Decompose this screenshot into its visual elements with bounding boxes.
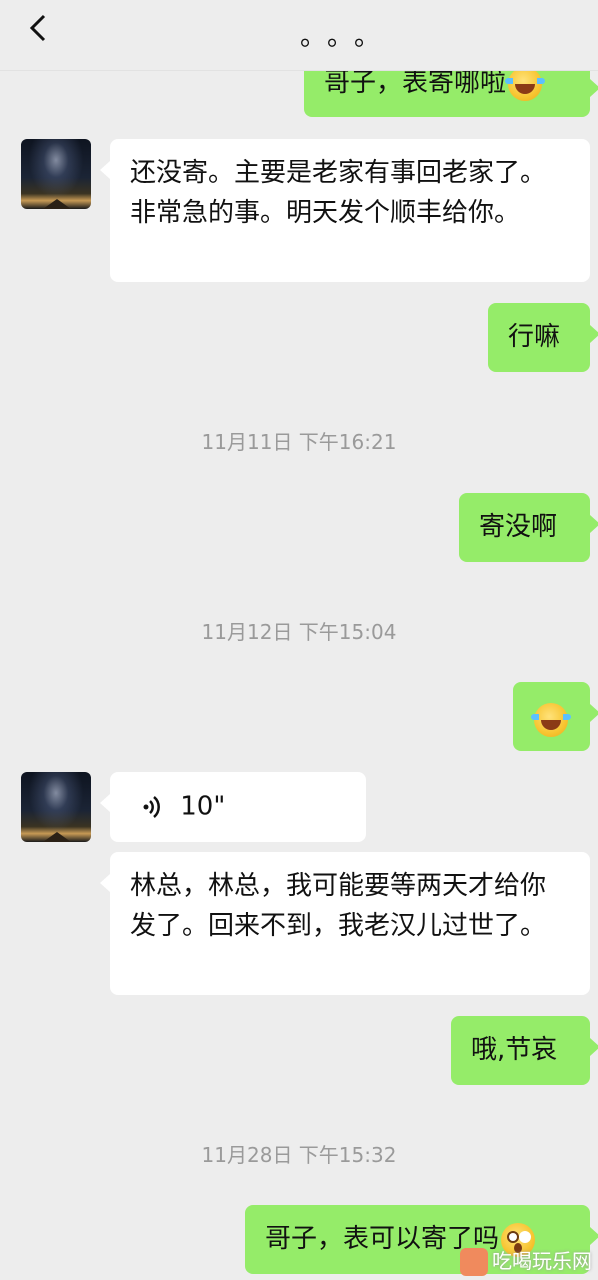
voice-message-bubble[interactable]: 10" <box>100 772 366 842</box>
message-text: 哦,节哀 <box>471 1035 558 1065</box>
timestamp: 11月28日 下午15:32 <box>201 1143 397 1167</box>
contact-message-bubble[interactable]: 还没寄。主要是老家有事回老家了。非常急的事。明天发个顺丰给你。 <box>100 139 590 282</box>
timestamp: 11月11日 下午16:21 <box>201 430 397 454</box>
message-text: 寄没啊 <box>479 512 558 542</box>
chat-header: 。。。 <box>0 0 598 71</box>
my-message-bubble[interactable]: 行嘛 <box>488 303 598 372</box>
back-chevron-icon[interactable] <box>24 12 56 44</box>
site-watermark: 吃喝玩乐网 <box>460 1245 592 1276</box>
timestamp: 11月12日 下午15:04 <box>201 620 397 644</box>
voice-duration: 10" <box>180 791 226 822</box>
contact-avatar[interactable] <box>21 772 91 842</box>
message-text: 行嘛 <box>508 322 561 352</box>
voice-wave-icon <box>143 795 160 818</box>
my-message-bubble[interactable] <box>513 682 598 751</box>
tears-of-joy-emoji-icon <box>505 66 546 101</box>
message-text: 还没寄。主要是老家有事回老家了。非常急的事。明天发个顺丰给你。 <box>130 158 547 228</box>
contact-message-bubble[interactable]: 林总，林总，我可能要等两天才给你发了。回来不到，我老汉儿过世了。 <box>100 852 590 995</box>
tears-of-joy-emoji-icon <box>531 702 571 737</box>
chat-title: 。。。 <box>300 22 395 52</box>
message-text: 哥子，表寄哪啦 <box>324 68 507 98</box>
contact-avatar[interactable] <box>21 139 91 209</box>
my-message-bubble[interactable]: 寄没啊 <box>459 493 598 562</box>
message-text: 林总，林总，我可能要等两天才给你发了。回来不到，我老汉儿过世了。 <box>130 871 547 941</box>
watermark-logo-icon <box>460 1248 488 1276</box>
my-message-bubble[interactable]: 哦,节哀 <box>451 1016 598 1085</box>
